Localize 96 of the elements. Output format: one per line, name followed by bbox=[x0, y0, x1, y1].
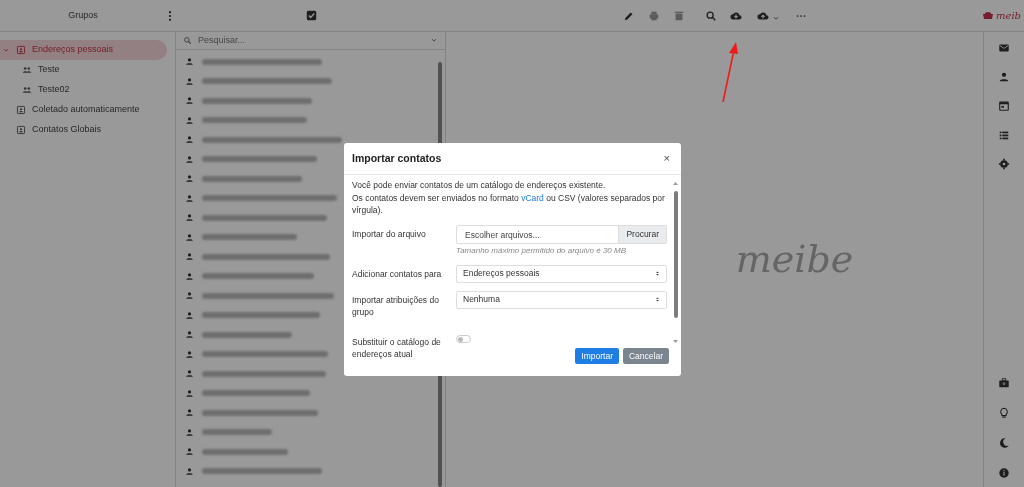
person-icon bbox=[185, 466, 194, 476]
checkbox-icon[interactable] bbox=[306, 10, 317, 21]
blurred-contact-name[interactable] bbox=[202, 195, 337, 202]
vcard-link[interactable]: vCard bbox=[521, 192, 544, 203]
person-icon[interactable] bbox=[998, 71, 1010, 83]
import-button[interactable]: Importar bbox=[575, 348, 619, 364]
person-icon bbox=[185, 408, 194, 418]
scroll-down-icon[interactable] bbox=[673, 340, 678, 344]
blurred-contact-name[interactable] bbox=[202, 97, 312, 104]
browse-button[interactable]: Procurar bbox=[618, 225, 666, 243]
person-icon bbox=[185, 115, 194, 125]
list-icon[interactable] bbox=[998, 129, 1010, 141]
lightbulb-icon[interactable] bbox=[998, 407, 1010, 419]
settings-icon[interactable] bbox=[998, 158, 1010, 170]
info-icon[interactable] bbox=[998, 467, 1010, 479]
blurred-contact-name[interactable] bbox=[202, 331, 292, 338]
blurred-contact-name[interactable] bbox=[202, 234, 297, 241]
blurred-contact-name[interactable] bbox=[202, 58, 322, 65]
person-icon bbox=[185, 135, 194, 145]
search-icon[interactable] bbox=[705, 9, 717, 22]
person-icon bbox=[185, 232, 194, 242]
group-item[interactable]: Coletado automaticamente bbox=[0, 100, 167, 120]
person-icon bbox=[185, 369, 194, 379]
briefcase-icon[interactable] bbox=[998, 377, 1010, 389]
blurred-contact-name[interactable] bbox=[202, 370, 326, 377]
field-label: Importar do arquivo bbox=[352, 227, 427, 241]
address-book-icon bbox=[16, 45, 26, 55]
chevron-down-icon[interactable] bbox=[430, 36, 438, 45]
blurred-contact-name[interactable] bbox=[202, 214, 327, 221]
person-icon bbox=[185, 447, 194, 457]
select-field[interactable]: Nenhuma bbox=[456, 290, 667, 309]
group-item[interactable]: Contatos Globais bbox=[0, 120, 167, 140]
person-icon bbox=[185, 76, 194, 86]
person-icon bbox=[185, 57, 194, 67]
cancel-button[interactable]: Cancelar bbox=[622, 348, 669, 364]
scrollbar[interactable] bbox=[673, 181, 678, 344]
blurred-contact-name[interactable] bbox=[202, 273, 314, 280]
blurred-contact-name[interactable] bbox=[202, 78, 332, 85]
cloud-download-icon[interactable] bbox=[730, 9, 742, 22]
group-item[interactable]: Teste bbox=[0, 60, 167, 80]
groups-title: Grupos bbox=[68, 9, 98, 20]
blurred-contact-name[interactable] bbox=[202, 429, 272, 436]
group-item[interactable]: Teste02 bbox=[0, 80, 167, 100]
person-icon bbox=[185, 193, 194, 203]
blurred-contact-name[interactable] bbox=[202, 312, 320, 319]
person-icon bbox=[185, 349, 194, 359]
blurred-contact-name[interactable] bbox=[202, 448, 288, 455]
person-icon bbox=[185, 174, 194, 184]
group-icon bbox=[22, 85, 32, 95]
format-text: Os contatos devem ser enviados no formato vCard ou CSV (valores separados por vírgula). bbox=[352, 191, 666, 217]
group-icon bbox=[22, 65, 32, 75]
person-icon bbox=[185, 154, 194, 164]
select-arrows-icon bbox=[654, 296, 661, 303]
file-size-hint: Tamanho máximo permitido do arquivo é 30 MB bbox=[456, 244, 627, 257]
moon-icon[interactable] bbox=[998, 437, 1010, 449]
person-icon bbox=[185, 427, 194, 437]
person-icon bbox=[185, 291, 194, 301]
blurred-contact-name[interactable] bbox=[202, 390, 310, 397]
address-book-icon bbox=[16, 125, 26, 135]
logo: meib bbox=[982, 8, 1021, 23]
person-icon bbox=[185, 96, 194, 106]
field-label: Substituir o catálogo de endereços atual bbox=[352, 335, 442, 361]
chevron-down-icon[interactable] bbox=[772, 14, 780, 22]
file-input[interactable]: Escolher arquivos... Procurar bbox=[456, 224, 667, 244]
person-icon bbox=[185, 388, 194, 398]
search-field[interactable]: Pesquisar... bbox=[198, 33, 424, 48]
mail-icon[interactable] bbox=[998, 42, 1010, 54]
blurred-contact-name[interactable] bbox=[202, 351, 328, 358]
toggle-switch[interactable] bbox=[456, 334, 471, 343]
scroll-up-icon[interactable] bbox=[673, 181, 678, 185]
blurred-contact-name[interactable] bbox=[202, 136, 342, 143]
person-icon bbox=[185, 330, 194, 340]
search-icon bbox=[183, 36, 192, 45]
select-field[interactable]: Endereços pessoais bbox=[456, 264, 667, 283]
select-arrows-icon bbox=[654, 270, 661, 277]
close-button[interactable]: × bbox=[663, 153, 670, 164]
blurred-contact-name[interactable] bbox=[202, 292, 334, 299]
blurred-contact-name[interactable] bbox=[202, 156, 317, 163]
blurred-contact-name[interactable] bbox=[202, 468, 322, 475]
cloud-upload-icon[interactable] bbox=[757, 9, 769, 22]
group-item[interactable]: Endereços pessoais bbox=[0, 40, 167, 60]
address-book-icon bbox=[16, 105, 26, 115]
field-label: Importar atribuições do grupo bbox=[352, 293, 440, 319]
blurred-contact-name[interactable] bbox=[202, 175, 302, 182]
calendar-icon[interactable] bbox=[998, 100, 1010, 112]
person-icon bbox=[185, 271, 194, 281]
intro-text: Você pode enviar contatos de um catálogo de endereços existente. bbox=[352, 179, 607, 192]
blurred-contact-name[interactable] bbox=[202, 253, 330, 260]
dialog-title: Importar contatos bbox=[352, 150, 442, 166]
annotation-arrow bbox=[722, 42, 738, 103]
blurred-contact-name[interactable] bbox=[202, 117, 307, 124]
person-icon bbox=[185, 213, 194, 223]
person-icon bbox=[185, 310, 194, 320]
field-label: Adicionar contatos para bbox=[352, 267, 443, 281]
person-icon bbox=[185, 252, 194, 262]
blurred-contact-name[interactable] bbox=[202, 409, 318, 416]
